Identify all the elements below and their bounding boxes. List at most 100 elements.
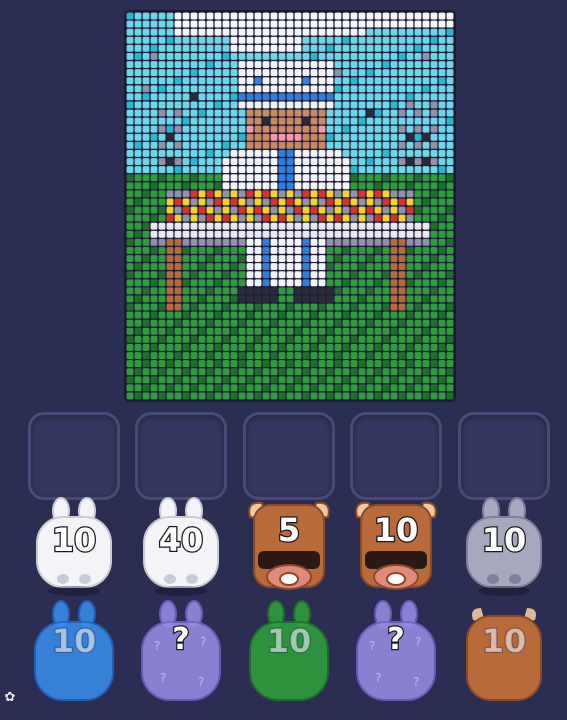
pixel-cell [190,360,198,368]
pixel-cell [382,109,390,117]
pixel-cell [134,335,142,343]
pixel-cell [262,327,270,335]
pixel-cell [318,166,326,174]
bunny-shooter[interactable]: 40 [136,497,226,597]
pixel-cell [190,238,198,246]
pixel-cell [398,93,406,101]
pixel-cell [166,311,174,319]
pixel-cell [342,295,350,303]
pixel-cell [422,53,430,60]
pixel-cell [166,77,174,85]
pixel-cell [358,101,366,109]
pixel-cell [190,214,198,222]
pixel-cell [334,174,342,182]
pixel-cell [134,36,142,44]
pixel-cell [318,352,326,359]
pixel-cell [326,247,334,254]
pixel-cell [142,77,150,85]
pixel-cell [438,255,446,262]
pixel-cell [254,303,262,311]
pixel-cell [366,384,374,392]
pixel-cell [390,271,398,279]
pixel-cell [358,77,366,85]
pixel-cell [326,44,334,52]
pixel-cell [294,295,302,303]
pixel-cell [198,150,206,157]
pixel-cell [302,214,310,222]
pixel-cell [158,125,166,133]
bunny-shooter[interactable]: 10 [459,497,549,597]
pixel-cell [342,303,350,311]
pixel-cell [326,238,334,246]
pixel-cell [158,206,166,214]
pixel-cell [398,117,406,125]
pixel-cell [142,319,150,327]
pixel-cell [246,77,254,85]
pixel-cell [382,303,390,311]
pixel-cell [158,392,166,400]
pixel-cell [206,53,214,60]
pixel-cell [238,182,246,190]
pixel-cell [358,133,366,141]
pixel-cell [150,101,158,109]
pixel-cell [190,36,198,44]
pixel-cell [262,117,270,125]
pixel-cell [214,392,222,400]
pixel-cell [134,295,142,303]
pixel-cell [334,133,342,141]
empty-slot[interactable] [458,412,550,500]
pixel-art-board[interactable] [126,12,454,400]
pixel-cell [134,93,142,101]
pixel-cell [422,271,430,279]
empty-slot[interactable] [350,412,442,500]
pixel-cell [190,279,198,287]
pixel-cell [198,352,206,359]
pixel-cell [166,69,174,77]
pixel-cell [366,238,374,246]
pixel-cell [294,109,302,117]
pixel-cell [158,287,166,295]
bull-shooter[interactable]: 5 [244,497,334,597]
pixel-cell [334,77,342,85]
pixel-cell [406,36,414,44]
pixel-cell [342,376,350,384]
pixel-cell [270,20,278,28]
pixel-cell [262,214,270,222]
pixel-cell [318,150,326,157]
pixel-cell [206,158,214,165]
pixel-cell [142,166,150,174]
pixel-cell [150,206,158,214]
empty-slot[interactable] [28,412,120,500]
bull-shooter[interactable]: 10 [351,497,441,597]
gear-icon[interactable]: ✿ [2,690,18,706]
pixel-cell [230,109,238,117]
pixel-cell [126,20,134,28]
pixel-cell [390,206,398,214]
pixel-cell [142,327,150,335]
pixel-cell [358,230,366,238]
pixel-cell [294,20,302,28]
pixel-cell [190,384,198,392]
empty-slot[interactable] [243,412,335,500]
pixel-cell [302,141,310,149]
pixel-cell [342,133,350,141]
pixel-cell [174,238,182,246]
pixel-cell [414,53,422,60]
pixel-cell [198,360,206,368]
pixel-cell [366,214,374,222]
pixel-cell [374,238,382,246]
pixel-cell [230,182,238,190]
pixel-cell [182,44,190,52]
pixel-cell [414,238,422,246]
pixel-cell [438,247,446,254]
pixel-cell [374,53,382,60]
pixel-cell [206,44,214,52]
empty-slot[interactable] [135,412,227,500]
bunny-shooter[interactable]: 10 [29,497,119,597]
pixel-cell [182,190,190,198]
pixel-cell [414,77,422,85]
pixel-cell [334,93,342,101]
pixel-cell [286,101,294,109]
pixel-cell [406,335,414,343]
pixel-cell [230,158,238,165]
